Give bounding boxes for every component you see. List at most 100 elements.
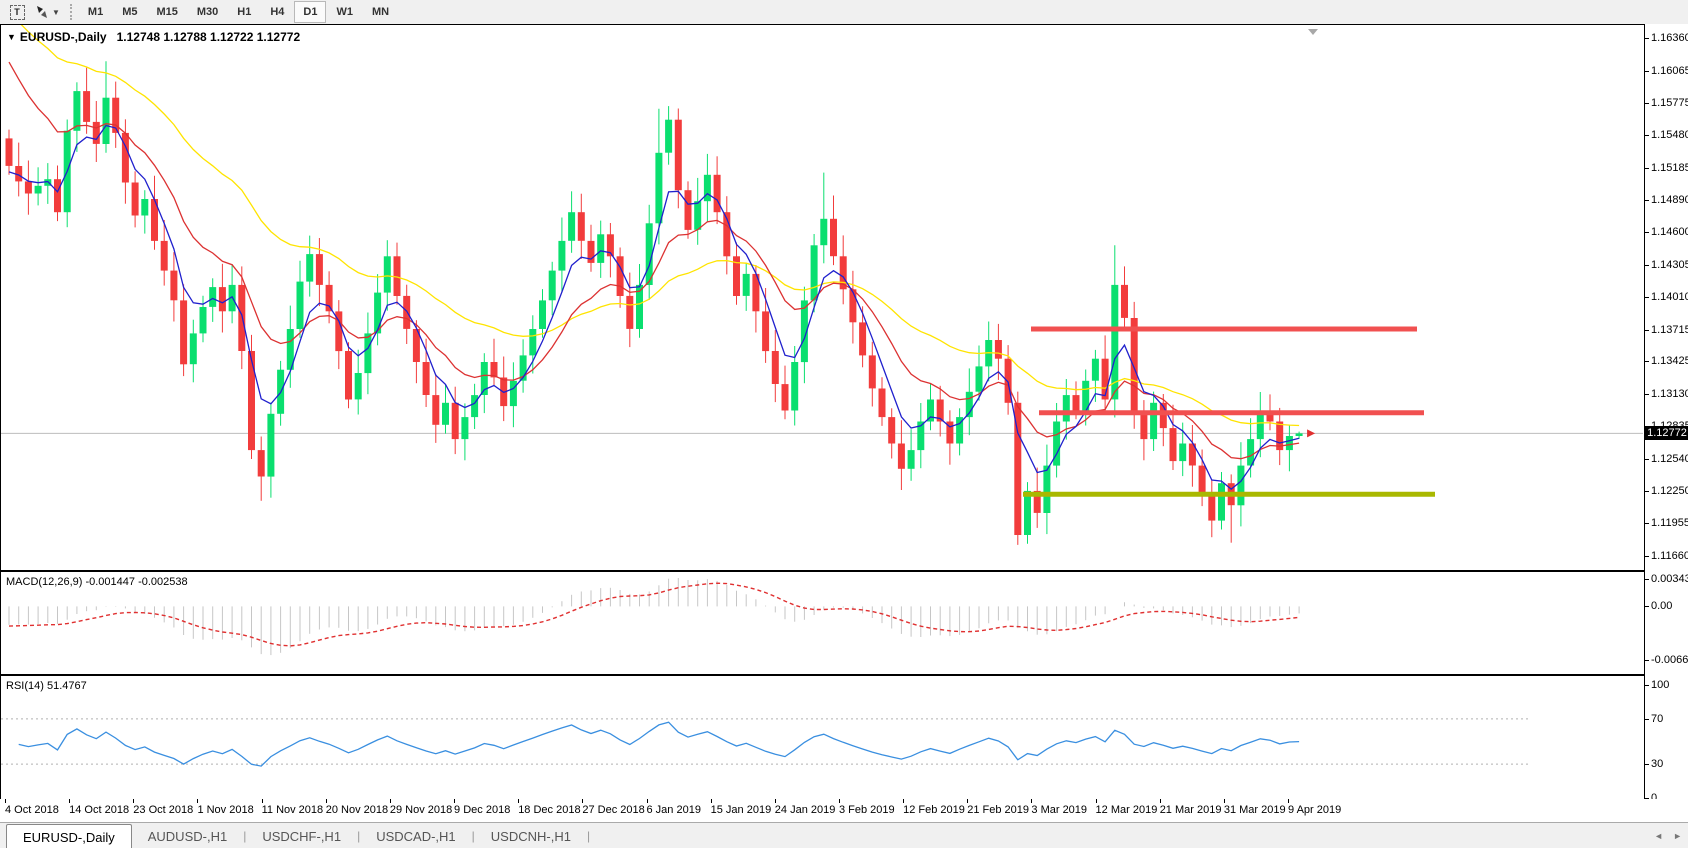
timeframe-button-m30[interactable]: M30 [188,1,227,23]
axis-tick-mark [1645,459,1649,460]
date-tick-mark [133,799,134,803]
axis-tick-mark [1645,719,1649,720]
date-label: 6 Jan 2019 [647,804,701,816]
axis-tick-mark [1645,103,1649,104]
time-axis[interactable]: 4 Oct 201814 Oct 201823 Oct 20181 Nov 20… [0,799,1688,822]
axis-tick-mark [1645,660,1649,661]
date-label: 12 Mar 2019 [1096,804,1158,816]
axis-tick-mark [1645,606,1649,607]
macd-tick-label: 0.00 [1651,600,1672,612]
timeframe-button-m1[interactable]: M1 [79,1,112,23]
candlestick-chart[interactable] [1,25,1643,568]
price-tick-label: 1.12540 [1651,453,1688,465]
macd-tick-label: -0.006686 [1651,654,1688,666]
date-label: 15 Jan 2019 [711,804,772,816]
date-label: 29 Nov 2018 [390,804,452,816]
chart-tabs-bar: EURUSD-,DailyAUDUSD-,H1|USDCHF-,H1|USDCA… [0,822,1688,848]
timeframe-button-m15[interactable]: M15 [147,1,186,23]
tab-usdchf-h1[interactable]: USDCHF-,H1 [246,823,357,848]
rsi-label: RSI(14) 51.4767 [6,680,87,692]
dropdown-caret-icon[interactable]: ▼ [52,8,60,17]
axis-tick-mark [1645,200,1649,201]
axis-tick-mark [1645,685,1649,686]
text-tool-icon: T [10,5,25,20]
axis-tick-mark [1645,297,1649,298]
date-label: 23 Oct 2018 [133,804,193,816]
tab-audusd-h1[interactable]: AUDUSD-,H1 [132,823,243,848]
axis-tick-mark [1645,330,1649,331]
date-tick-mark [839,799,840,803]
axis-tick-mark [1645,394,1649,395]
date-tick-mark [903,799,904,803]
date-tick-mark [1288,799,1289,803]
price-tick-label: 1.15480 [1651,129,1688,141]
date-tick-mark [326,799,327,803]
timeframe-button-m5[interactable]: M5 [113,1,146,23]
chart-symbol-label: EURUSD-,Daily [20,30,107,44]
date-label: 18 Dec 2018 [518,804,580,816]
date-label: 31 Mar 2019 [1224,804,1286,816]
date-tick-mark [390,799,391,803]
macd-chart[interactable] [1,572,1643,672]
current-price-tag: 1.12772 [1645,426,1688,440]
toolbar-grip[interactable] [70,4,72,20]
main-chart-panel[interactable]: ▼ EURUSD-,Daily 1.12748 1.12788 1.12722 … [0,24,1645,571]
rsi-panel[interactable]: RSI(14) 51.4767 [0,675,1645,801]
timeframe-button-d1[interactable]: D1 [294,1,326,23]
chart-tabs: EURUSD-,DailyAUDUSD-,H1|USDCHF-,H1|USDCA… [6,823,590,848]
price-axis[interactable]: 1.163601.160651.157751.154801.151851.148… [1644,24,1688,799]
tabs-scroll-right-icon[interactable]: ► [1673,831,1682,841]
date-tick-mark [1096,799,1097,803]
date-tick-mark [1031,799,1032,803]
price-tick-label: 1.14305 [1651,259,1688,271]
timeframe-button-h1[interactable]: H1 [228,1,260,23]
date-label: 3 Feb 2019 [839,804,895,816]
timeframe-button-mn[interactable]: MN [363,1,398,23]
date-label: 20 Nov 2018 [326,804,388,816]
date-label: 21 Mar 2019 [1160,804,1222,816]
rsi-tick-label: 100 [1651,679,1669,691]
cursor-tool-button[interactable]: ▼ [34,1,61,23]
timeframe-button-h4[interactable]: H4 [261,1,293,23]
date-tick-mark [197,799,198,803]
macd-panel[interactable]: MACD(12,26,9) -0.001447 -0.002538 [0,571,1645,675]
price-tick-label: 1.16360 [1651,32,1688,44]
date-tick-mark [1160,799,1161,803]
axis-tick-mark [1645,265,1649,266]
date-label: 4 Oct 2018 [5,804,59,816]
date-tick-mark [454,799,455,803]
date-tick-mark [5,799,6,803]
timeframe-group: M1M5M15M30H1H4D1W1MN [79,1,399,23]
price-tick-label: 1.14600 [1651,226,1688,238]
axis-tick-mark [1645,168,1649,169]
price-tick-label: 1.11955 [1651,517,1688,529]
rsi-chart[interactable] [1,676,1643,798]
chart-ohlc-values: 1.12748 1.12788 1.12722 1.12772 [117,30,301,44]
axis-tick-mark [1645,38,1649,39]
price-tick-label: 1.15775 [1651,97,1688,109]
date-label: 24 Jan 2019 [775,804,836,816]
axis-tick-mark [1645,523,1649,524]
cursor-arrows-icon [35,5,49,19]
date-label: 9 Dec 2018 [454,804,510,816]
date-label: 21 Feb 2019 [967,804,1029,816]
axis-tick-mark [1645,135,1649,136]
axis-tick-mark [1645,764,1649,765]
tab-usdcnh-h1[interactable]: USDCNH-,H1 [475,823,587,848]
tabs-scroll-left-icon[interactable]: ◄ [1654,831,1663,841]
axis-tick-mark [1645,556,1649,557]
price-tick-label: 1.13130 [1651,388,1688,400]
axis-tick-mark [1645,71,1649,72]
timeframe-button-w1[interactable]: W1 [327,1,362,23]
price-tick-label: 1.12250 [1651,485,1688,497]
macd-tick-label: 0.003431 [1651,573,1688,585]
axis-tick-mark [1645,579,1649,580]
date-tick-mark [967,799,968,803]
tab-eurusd-daily[interactable]: EURUSD-,Daily [6,824,132,848]
symbol-dropdown-icon[interactable]: ▼ [7,32,16,42]
price-tick-label: 1.14890 [1651,194,1688,206]
date-tick-mark [582,799,583,803]
toolbar: T ▼ M1M5M15M30H1H4D1W1MN [0,0,1688,24]
text-tool-button[interactable]: T [4,1,30,23]
tab-usdcad-h1[interactable]: USDCAD-,H1 [360,823,471,848]
